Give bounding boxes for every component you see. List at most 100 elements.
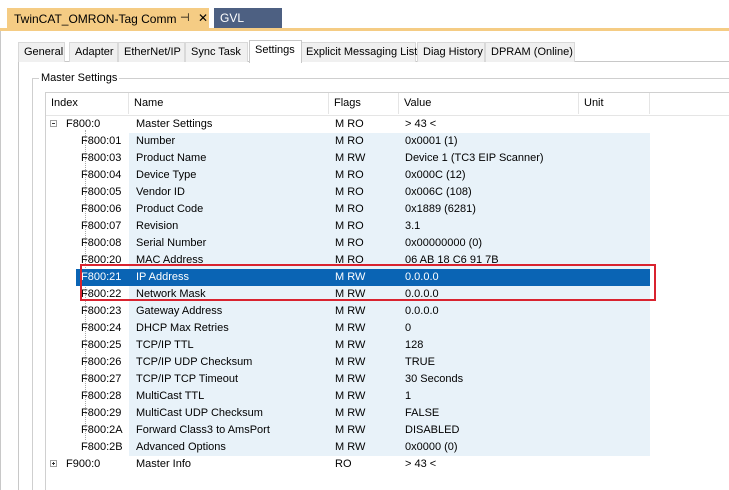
column-header-value[interactable]: Value — [399, 93, 579, 114]
tab-explicit-messaging-list[interactable]: Explicit Messaging List — [300, 42, 418, 62]
tab-adapter[interactable]: Adapter — [69, 42, 118, 62]
table-row[interactable]: F800:2A Forward Class3 to AmsPort M RW DISA… — [46, 422, 729, 439]
tab-label: EtherNet/IP — [124, 46, 181, 58]
table-row[interactable]: F800:08 Serial Number M RO 0x00000000 (0) — [46, 235, 729, 252]
table-row[interactable]: F800:29 MultiCast UDP Checksum M RW FALSE — [46, 405, 729, 422]
tab-label: Adapter — [75, 46, 114, 58]
value-cell: Device 1 (TC3 EIP Scanner) — [405, 152, 544, 164]
list-header: Index Name Flags Value Unit — [46, 93, 729, 116]
table-row[interactable]: F900:0 Master Info RO > 43 < — [46, 456, 729, 473]
index-cell: F800:2A — [81, 424, 123, 436]
name-cell: TCP/IP TTL — [136, 339, 194, 351]
table-row[interactable]: F800:2B Advanced Options M RW 0x0000 (0) — [46, 439, 729, 456]
close-icon[interactable]: ✕ — [198, 11, 208, 25]
value-cell: 0x006C (108) — [405, 186, 472, 198]
table-row[interactable]: F800:24 DHCP Max Retries M RW 0 — [46, 320, 729, 337]
header-label: Index — [51, 97, 78, 109]
row-value-background — [129, 235, 650, 252]
document-tab-strip: TwinCAT_OMRON-Tag Comm ⊣ ✕ GVL — [0, 0, 729, 31]
doc-tab-gvl[interactable]: GVL — [214, 8, 282, 29]
doc-tab-label: TwinCAT_OMRON-Tag Comm — [14, 12, 177, 26]
name-cell: TCP/IP UDP Checksum — [136, 356, 253, 368]
tab-label: Explicit Messaging List — [306, 46, 418, 58]
tab-settings[interactable]: Settings — [249, 40, 302, 63]
row-value-background — [129, 337, 650, 354]
table-row[interactable]: F800:0 Master Settings M RO > 43 < — [46, 116, 729, 133]
table-row[interactable]: F800:04 Device Type M RO 0x000C (12) — [46, 167, 729, 184]
value-cell: 0x00000000 (0) — [405, 237, 483, 249]
flags-cell: M RO — [335, 169, 364, 181]
table-row[interactable]: F800:25 TCP/IP TTL M RW 128 — [46, 337, 729, 354]
table-row[interactable]: F800:03 Product Name M RW Device 1 (TC3 EIP… — [46, 150, 729, 167]
table-row[interactable]: F800:06 Product Code M RO 0x1889 (6281) — [46, 201, 729, 218]
table-row[interactable]: F800:28 MultiCast TTL M RW 1 — [46, 388, 729, 405]
value-cell: DISABLED — [405, 424, 460, 436]
index-cell: F800:27 — [81, 373, 122, 385]
name-cell: Number — [136, 135, 176, 147]
column-header-unit[interactable]: Unit — [579, 93, 650, 114]
row-value-background — [129, 218, 650, 235]
table-row[interactable]: F800:05 Vendor ID M RO 0x006C (108) — [46, 184, 729, 201]
index-cell: F800:04 — [81, 169, 122, 181]
header-label: Unit — [584, 97, 604, 109]
value-cell: 0x1889 (6281) — [405, 203, 476, 215]
flags-cell: M RW — [335, 424, 366, 436]
highlight-box — [80, 264, 656, 301]
index-cell: F800:26 — [81, 356, 122, 368]
flags-cell: M RO — [335, 237, 364, 249]
name-cell: Revision — [136, 220, 179, 232]
index-cell: F800:03 — [81, 152, 122, 164]
table-row[interactable]: F800:07 Revision M RO 3.1 — [46, 218, 729, 235]
index-cell: F800:01 — [81, 135, 122, 147]
index-cell: F800:23 — [81, 305, 122, 317]
flags-cell: M RW — [335, 373, 366, 385]
expand-icon[interactable] — [50, 460, 57, 467]
header-label: Value — [404, 97, 432, 109]
flags-cell: M RW — [335, 339, 366, 351]
index-cell: F800:28 — [81, 390, 122, 402]
tab-label: DPRAM (Online) — [491, 46, 573, 58]
tab-dpram-online[interactable]: DPRAM (Online) — [485, 42, 575, 62]
tab-general[interactable]: General — [18, 42, 65, 62]
header-label: Name — [134, 97, 164, 109]
table-row[interactable]: F800:26 TCP/IP UDP Checksum M RW TRUE — [46, 354, 729, 371]
row-value-background — [129, 184, 650, 201]
flags-cell: RO — [335, 458, 352, 470]
value-cell: 0x000C (12) — [405, 169, 466, 181]
pin-icon[interactable]: ⊣ — [180, 11, 190, 24]
flags-cell: M RW — [335, 407, 366, 419]
row-value-background — [129, 167, 650, 184]
tab-diag-history[interactable]: Diag History — [417, 42, 485, 62]
column-header-index[interactable]: Index — [46, 93, 129, 114]
tab-sync-task[interactable]: Sync Task — [185, 42, 248, 62]
value-cell: > 43 < — [405, 118, 437, 130]
index-cell: F800:0 — [66, 118, 101, 130]
column-header-flags[interactable]: Flags — [329, 93, 399, 114]
column-header-name[interactable]: Name — [129, 93, 329, 114]
flags-cell: M RO — [335, 135, 364, 147]
value-cell: 0.0.0.0 — [405, 305, 439, 317]
flags-cell: M RW — [335, 390, 366, 402]
name-cell: Master Info — [136, 458, 192, 470]
name-cell: Product Code — [136, 203, 204, 215]
table-row[interactable]: F800:27 TCP/IP TCP Timeout M RW 30 Seconds — [46, 371, 729, 388]
doc-tab-twincat-omron[interactable]: TwinCAT_OMRON-Tag Comm ⊣ ✕ — [7, 8, 209, 29]
row-value-background — [129, 388, 650, 405]
tab-label: Settings — [255, 44, 295, 56]
index-cell: F800:25 — [81, 339, 122, 351]
name-cell: Advanced Options — [136, 441, 226, 453]
name-cell: TCP/IP TCP Timeout — [136, 373, 239, 385]
table-row[interactable]: F800:23 Gateway Address M RW 0.0.0.0 — [46, 303, 729, 320]
value-cell: 0 — [405, 322, 412, 334]
collapse-icon[interactable] — [50, 120, 57, 127]
value-cell: 0x0000 (0) — [405, 441, 458, 453]
name-cell: Device Type — [136, 169, 197, 181]
row-value-background — [129, 133, 650, 150]
flags-cell: M RO — [335, 203, 364, 215]
doc-tab-label: GVL — [220, 11, 245, 25]
row-value-background — [129, 201, 650, 218]
table-row[interactable]: F800:01 Number M RO 0x0001 (1) — [46, 133, 729, 150]
name-cell: DHCP Max Retries — [136, 322, 229, 334]
tab-ethernet-ip[interactable]: EtherNet/IP — [118, 42, 185, 62]
name-cell: Vendor ID — [136, 186, 185, 198]
